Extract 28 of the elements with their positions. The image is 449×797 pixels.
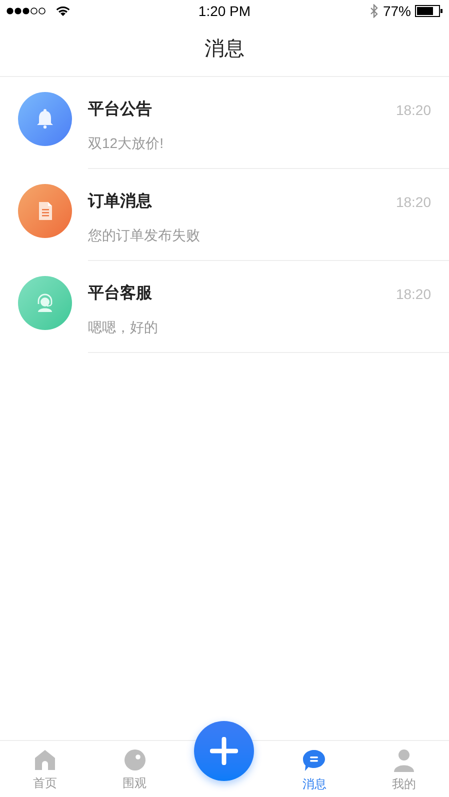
tab-item[interactable]: 消息: [302, 749, 326, 793]
message-item[interactable]: 订单消息 18:20 您的订单发布失败: [0, 169, 449, 261]
ball-icon: [124, 749, 146, 771]
page-title: 消息: [204, 37, 244, 62]
message-item[interactable]: 平台公告 18:20 双12大放价!: [0, 77, 449, 169]
tab-item[interactable]: 首页: [32, 749, 57, 792]
message-title: 订单消息: [88, 192, 152, 212]
message-title: 平台公告: [88, 99, 152, 120]
chat-bubble-icon: [302, 749, 326, 772]
tab-item[interactable]: 围观: [122, 749, 147, 792]
message-preview: 嗯嗯，好的: [88, 319, 158, 335]
message-preview: 您的订单发布失败: [88, 227, 200, 243]
add-button[interactable]: [194, 721, 254, 781]
battery-icon: [414, 5, 443, 17]
home-icon: [34, 749, 56, 771]
status-time: 1:20 PM: [198, 2, 251, 20]
bluetooth-icon: [370, 4, 379, 18]
message-time: 18:20: [396, 100, 431, 120]
tab-item[interactable]: 我的: [392, 749, 416, 793]
plus-icon: [210, 737, 238, 765]
message-title: 平台客服: [88, 283, 152, 304]
message-preview: 双12大放价!: [88, 135, 164, 151]
battery-percent: 77%: [382, 2, 411, 20]
message-item[interactable]: 平台客服 18:20 嗯嗯，好的: [0, 261, 449, 353]
message-time: 18:20: [396, 192, 431, 212]
person-icon: [393, 749, 416, 772]
message-time: 18:20: [396, 284, 431, 304]
wifi-icon: [55, 5, 71, 17]
